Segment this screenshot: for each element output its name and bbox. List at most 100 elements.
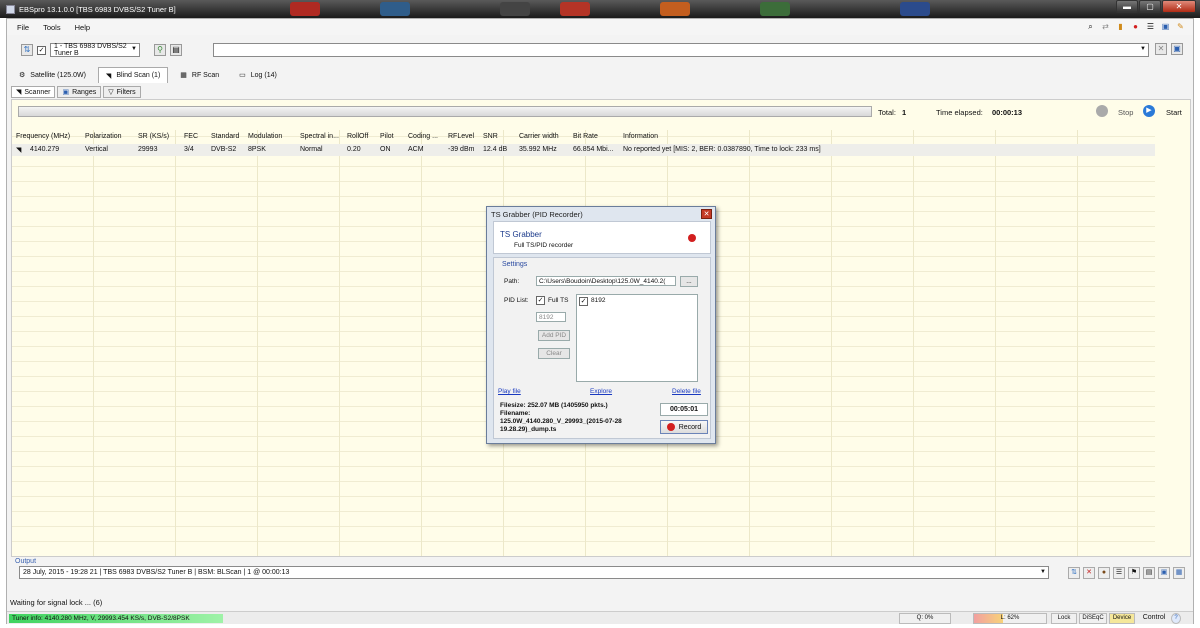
help-icon[interactable]: ?: [1171, 613, 1181, 624]
tuner-select[interactable]: 1 - TBS 6983 DVBS/S2 Tuner B ▼: [50, 43, 140, 57]
play-file-link[interactable]: Play file: [498, 388, 521, 395]
close-button[interactable]: ✕: [1162, 0, 1196, 13]
column-header[interactable]: Bit Rate: [573, 133, 598, 140]
locate-icon[interactable]: ⚲: [154, 44, 166, 56]
output-select[interactable]: 28 July, 2015 - 19:28 21 | TBS 6983 DVBS…: [19, 566, 1049, 579]
delete-file-link[interactable]: Delete file: [672, 388, 701, 395]
settings-group: Settings Path: C:\Users\Boudoin\Desktop\…: [493, 257, 711, 439]
flag-icon[interactable]: ⚑: [1128, 567, 1140, 579]
pid-list-item[interactable]: 8192: [591, 297, 605, 304]
path-field[interactable]: C:\Users\Boudoin\Desktop\125.0W_4140.2(: [536, 276, 676, 286]
save-icon[interactable]: ▣: [1158, 567, 1170, 579]
tab-rf-scan[interactable]: ▦ RF Scan: [172, 67, 227, 83]
column-header[interactable]: RollOff: [347, 133, 368, 140]
list-icon[interactable]: ☰: [1146, 22, 1155, 31]
taskbar-app-icon[interactable]: [560, 2, 590, 16]
add-pid-button[interactable]: Add PID: [538, 330, 570, 341]
file-info: Filesize: 252.07 MB (1405950 pkts.) File…: [500, 402, 650, 434]
refresh-icon[interactable]: ⇅: [21, 44, 33, 56]
menu-help[interactable]: Help: [75, 23, 90, 32]
tools-icon[interactable]: ✎: [1176, 22, 1185, 31]
list-icon[interactable]: ☰: [1113, 567, 1125, 579]
column-header[interactable]: Standard: [211, 133, 239, 140]
explore-link[interactable]: Explore: [590, 388, 612, 395]
column-header[interactable]: SR (KS/s): [138, 133, 169, 140]
start-button[interactable]: Start: [1166, 108, 1182, 117]
channel-select[interactable]: ▼: [213, 43, 1149, 57]
table-row[interactable]: ◥ 4140.279 Vertical 29993 3/4 DVB-S2 8PS…: [12, 144, 1155, 156]
search-icon[interactable]: ⌕: [1086, 22, 1095, 31]
column-header[interactable]: Pilot: [380, 133, 394, 140]
column-header[interactable]: Frequency (MHz): [16, 133, 70, 140]
play-icon[interactable]: ▶: [1143, 105, 1155, 117]
tab-label: Filters: [116, 88, 136, 96]
chevron-down-icon: ▼: [1140, 46, 1146, 52]
table-cell: 3/4: [184, 146, 194, 153]
control-label[interactable]: Control: [1137, 613, 1171, 624]
clear-button[interactable]: Clear: [538, 348, 570, 359]
tab-ranges[interactable]: ▣ Ranges: [57, 86, 102, 98]
filesize: Filesize: 252.07 MB (1405950 pkts.): [500, 402, 608, 409]
pid-checkbox[interactable]: ✓: [579, 297, 588, 306]
scan-progress-bar: [18, 106, 872, 117]
chart-icon[interactable]: ▮: [1116, 22, 1125, 31]
column-header[interactable]: Modulation: [248, 133, 282, 140]
copy-icon[interactable]: ▤: [170, 44, 182, 56]
signal-icon[interactable]: ⇄: [1101, 22, 1110, 31]
maximize-button[interactable]: ▢: [1139, 0, 1161, 13]
column-header[interactable]: Information: [623, 133, 658, 140]
dialog-title: TS Grabber (PID Recorder): [491, 210, 583, 219]
taskbar-app-icon[interactable]: [760, 2, 790, 16]
save-icon[interactable]: ▣: [1161, 22, 1170, 31]
globe-icon[interactable]: ●: [1098, 567, 1110, 579]
pid-input[interactable]: 8192: [536, 312, 566, 322]
column-header[interactable]: RFLevel: [448, 133, 474, 140]
menu-tools[interactable]: Tools: [43, 23, 61, 32]
document-icon[interactable]: ▤: [1143, 567, 1155, 579]
calendar-icon[interactable]: ▦: [1173, 567, 1185, 579]
satellite-dish-icon: ◥: [16, 147, 22, 154]
column-header[interactable]: FEC: [184, 133, 198, 140]
tab-label: Log (14): [250, 71, 277, 79]
path-label: Path:: [504, 278, 520, 285]
column-header[interactable]: SNR: [483, 133, 498, 140]
dialog-close-button[interactable]: ✕: [701, 209, 712, 219]
tab-satellite[interactable]: ⚙ Satellite (125.0W): [11, 67, 94, 83]
browse-button[interactable]: ...: [680, 276, 698, 287]
dish-icon: ◥: [16, 89, 22, 96]
column-header[interactable]: Polarization: [85, 133, 122, 140]
taskbar-app-icon[interactable]: [900, 2, 930, 16]
sub-tabs: ◥ Scanner ▣ Ranges ▽ Filters: [11, 86, 141, 98]
top-right-toolbar: ⌕ ⇄ ▮ ● ☰ ▣ ✎: [1086, 22, 1185, 31]
cancel-icon[interactable]: ✕: [1155, 43, 1167, 55]
dish-icon: ◥: [105, 72, 112, 80]
output-toolbar: ⇅ ✕ ● ☰ ⚑ ▤ ▣ ▦: [1068, 567, 1185, 579]
tab-log[interactable]: ▭ Log (14): [231, 67, 285, 83]
column-header[interactable]: Spectral in...: [300, 133, 339, 140]
taskbar-app-icon[interactable]: [380, 2, 410, 16]
full-ts-checkbox[interactable]: ✓: [536, 296, 545, 305]
ts-grabber-dialog: TS Grabber (PID Recorder) ✕ TS Grabber F…: [486, 206, 716, 444]
record-button[interactable]: Record: [660, 420, 708, 434]
column-header[interactable]: Carrier width: [519, 133, 559, 140]
taskbar-app-icon[interactable]: [660, 2, 690, 16]
column-header[interactable]: Coding ...: [408, 133, 438, 140]
record-icon[interactable]: ●: [1131, 22, 1140, 31]
minimize-button[interactable]: ▬: [1116, 0, 1138, 13]
menu-file[interactable]: File: [17, 23, 29, 32]
tuner-checkbox[interactable]: ✓: [37, 45, 46, 55]
taskbar-app-icon[interactable]: [500, 2, 530, 16]
delete-icon[interactable]: ✕: [1083, 567, 1095, 579]
refresh-icon[interactable]: ⇅: [1068, 567, 1080, 579]
stop-button[interactable]: Stop: [1118, 108, 1133, 117]
window-controls: ▬ ▢ ✕: [1116, 0, 1196, 13]
rf-icon: ▦: [180, 72, 187, 79]
pid-list[interactable]: ✓ 8192: [576, 294, 698, 382]
tab-filters[interactable]: ▽ Filters: [103, 86, 141, 98]
save-icon[interactable]: ▣: [1171, 43, 1183, 55]
tab-blind-scan[interactable]: ◥ Blind Scan (1): [97, 67, 169, 83]
stop-icon[interactable]: [1096, 105, 1108, 117]
tab-label: Blind Scan (1): [116, 72, 161, 79]
taskbar-app-icon[interactable]: [290, 2, 320, 16]
tab-scanner[interactable]: ◥ Scanner: [11, 86, 56, 98]
